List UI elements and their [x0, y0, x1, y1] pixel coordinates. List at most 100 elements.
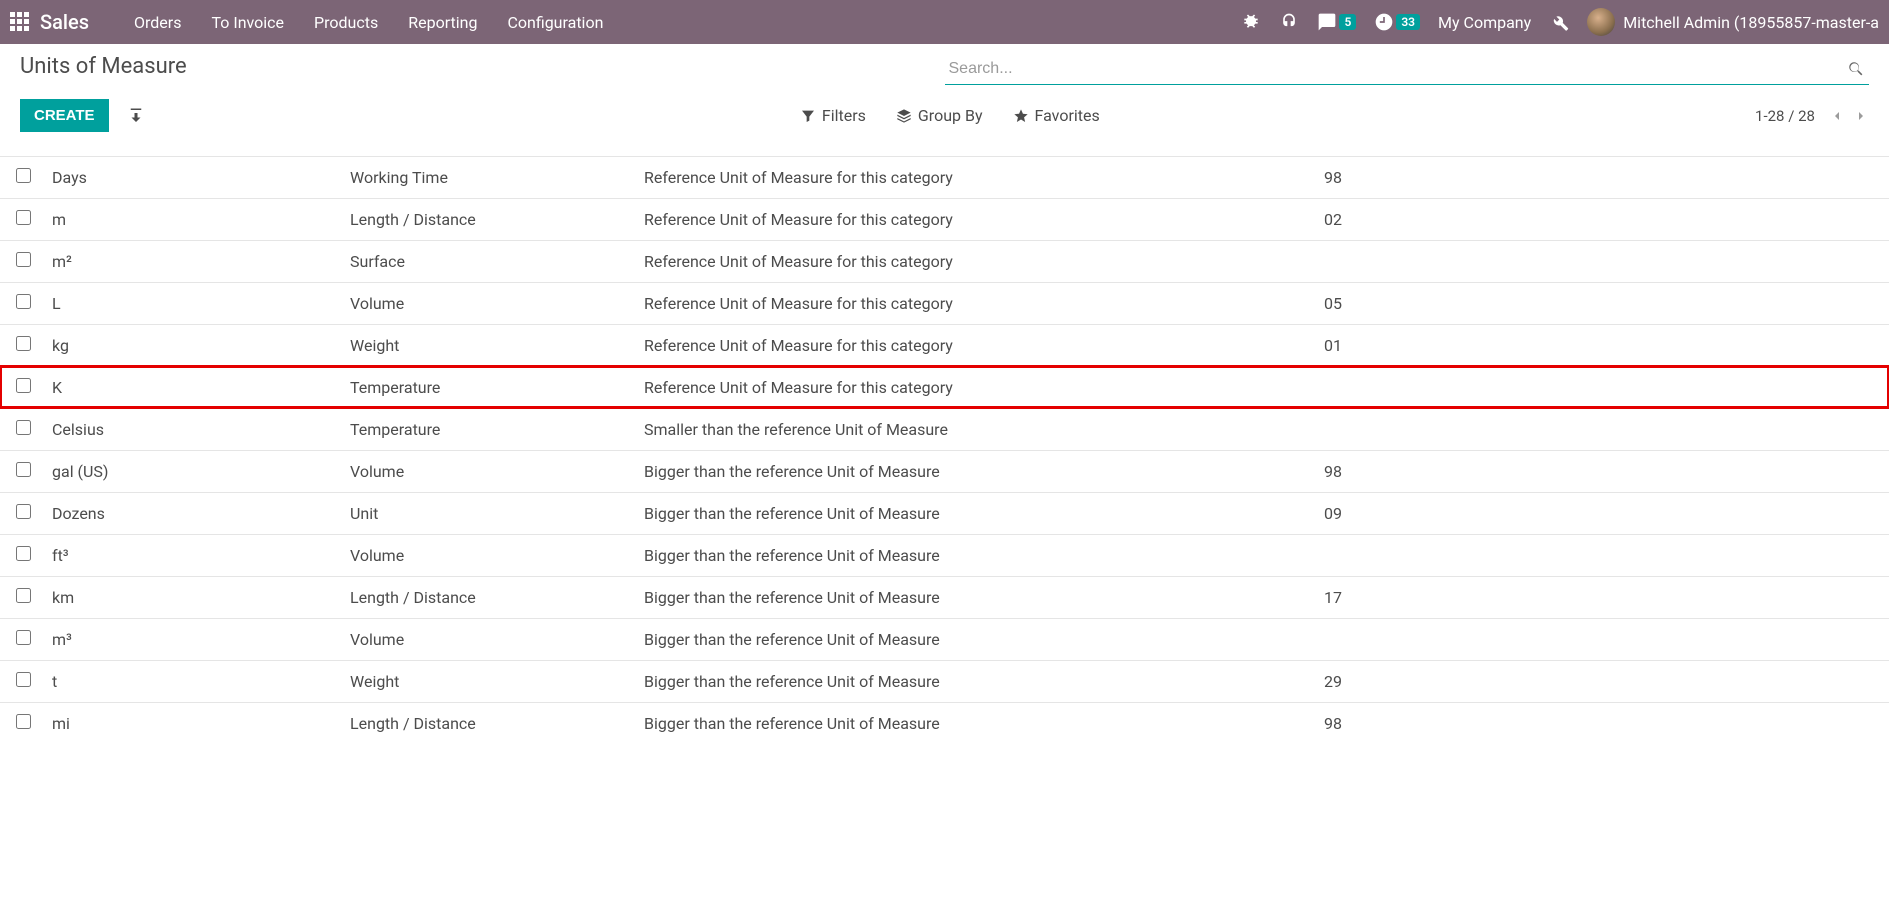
uom-cell: m [46, 198, 342, 240]
table-row[interactable]: LVolumeReference Unit of Measure for thi… [0, 282, 1889, 324]
category-cell: Surface [342, 240, 636, 282]
table-row[interactable]: ft³VolumeBigger than the reference Unit … [0, 534, 1889, 576]
uom-cell: ft³ [46, 534, 342, 576]
clock-icon [1374, 12, 1394, 32]
nav-to-invoice[interactable]: To Invoice [196, 13, 299, 32]
search-input[interactable] [945, 54, 1870, 85]
uom-cell: K [46, 366, 342, 408]
pager-next-icon[interactable] [1853, 108, 1869, 124]
table-row[interactable]: DozensUnitBigger than the reference Unit… [0, 492, 1889, 534]
ratio-cell: 09 [1316, 492, 1889, 534]
user-name: Mitchell Admin (18955857-master-a [1623, 13, 1879, 32]
app-name[interactable]: Sales [40, 10, 89, 34]
uom-cell: Days [46, 156, 342, 198]
type-cell: Reference Unit of Measure for this categ… [636, 156, 1316, 198]
uom-cell: gal (US) [46, 450, 342, 492]
nav-reporting[interactable]: Reporting [393, 13, 492, 32]
debug-icon[interactable] [1241, 12, 1261, 32]
row-checkbox-cell [0, 408, 46, 450]
table-row[interactable]: KTemperatureReference Unit of Measure fo… [0, 366, 1889, 408]
favorites-button[interactable]: Favorites [1013, 106, 1100, 125]
nav-products[interactable]: Products [299, 13, 393, 32]
company-selector[interactable]: My Company [1438, 13, 1531, 32]
ratio-cell: 29 [1316, 660, 1889, 702]
table-row[interactable]: m³VolumeBigger than the reference Unit o… [0, 618, 1889, 660]
ratio-cell [1316, 366, 1889, 408]
row-checkbox[interactable] [16, 630, 31, 645]
row-checkbox[interactable] [16, 168, 31, 183]
control-panel: Units of Measure CREATE Filters Group By… [0, 44, 1889, 142]
table-row[interactable]: m²SurfaceReference Unit of Measure for t… [0, 240, 1889, 282]
pager-text[interactable]: 1-28 / 28 [1755, 107, 1815, 125]
category-cell: Length / Distance [342, 576, 636, 618]
ratio-cell: 98 [1316, 156, 1889, 198]
tools-icon[interactable] [1549, 12, 1569, 32]
nav-orders[interactable]: Orders [119, 13, 196, 32]
cp-left: CREATE [20, 99, 145, 132]
activities-button[interactable]: 33 [1374, 12, 1420, 32]
funnel-icon [800, 108, 816, 124]
uom-cell: kg [46, 324, 342, 366]
type-cell: Reference Unit of Measure for this categ… [636, 240, 1316, 282]
uom-cell: t [46, 660, 342, 702]
row-checkbox[interactable] [16, 714, 31, 729]
ratio-cell: 17 [1316, 576, 1889, 618]
apps-icon[interactable] [10, 12, 30, 32]
pager-prev-icon[interactable] [1829, 108, 1845, 124]
row-checkbox[interactable] [16, 504, 31, 519]
navbar-right: 5 33 My Company Mitchell Admin (18955857… [1241, 8, 1879, 36]
row-checkbox[interactable] [16, 252, 31, 267]
support-icon[interactable] [1279, 12, 1299, 32]
filters-button[interactable]: Filters [800, 106, 866, 125]
type-cell: Bigger than the reference Unit of Measur… [636, 576, 1316, 618]
nav-configuration[interactable]: Configuration [492, 13, 618, 32]
row-checkbox[interactable] [16, 336, 31, 351]
table-row[interactable]: kmLength / DistanceBigger than the refer… [0, 576, 1889, 618]
import-icon[interactable] [127, 107, 145, 125]
search-wrap [945, 54, 1870, 85]
cp-right: 1-28 / 28 [1755, 107, 1869, 125]
type-cell: Reference Unit of Measure for this categ… [636, 198, 1316, 240]
row-checkbox[interactable] [16, 546, 31, 561]
uom-table-wrap: DaysWorking TimeReference Unit of Measur… [0, 142, 1889, 744]
favorites-label: Favorites [1035, 106, 1100, 125]
row-checkbox[interactable] [16, 462, 31, 477]
row-checkbox-cell [0, 198, 46, 240]
table-row[interactable]: DaysWorking TimeReference Unit of Measur… [0, 156, 1889, 198]
star-icon [1013, 108, 1029, 124]
row-checkbox[interactable] [16, 378, 31, 393]
row-checkbox-cell [0, 576, 46, 618]
uom-cell: km [46, 576, 342, 618]
messages-button[interactable]: 5 [1317, 12, 1356, 32]
user-menu[interactable]: Mitchell Admin (18955857-master-a [1587, 8, 1879, 36]
groupby-button[interactable]: Group By [896, 106, 983, 125]
table-row[interactable]: CelsiusTemperatureSmaller than the refer… [0, 408, 1889, 450]
row-checkbox-cell [0, 282, 46, 324]
search-icon[interactable] [1847, 60, 1865, 78]
category-cell: Unit [342, 492, 636, 534]
ratio-cell [1316, 240, 1889, 282]
row-checkbox[interactable] [16, 588, 31, 603]
avatar [1587, 8, 1615, 36]
category-cell: Temperature [342, 366, 636, 408]
row-checkbox[interactable] [16, 420, 31, 435]
table-row[interactable]: miLength / DistanceBigger than the refer… [0, 702, 1889, 744]
table-row[interactable]: mLength / DistanceReference Unit of Meas… [0, 198, 1889, 240]
category-cell: Weight [342, 324, 636, 366]
row-checkbox-cell [0, 660, 46, 702]
table-row[interactable]: gal (US)VolumeBigger than the reference … [0, 450, 1889, 492]
type-cell: Bigger than the reference Unit of Measur… [636, 660, 1316, 702]
row-checkbox[interactable] [16, 210, 31, 225]
type-cell: Bigger than the reference Unit of Measur… [636, 534, 1316, 576]
category-cell: Volume [342, 618, 636, 660]
row-checkbox[interactable] [16, 294, 31, 309]
create-button[interactable]: CREATE [20, 99, 109, 132]
uom-cell: m³ [46, 618, 342, 660]
table-row[interactable]: tWeightBigger than the reference Unit of… [0, 660, 1889, 702]
type-cell: Smaller than the reference Unit of Measu… [636, 408, 1316, 450]
category-cell: Volume [342, 450, 636, 492]
row-checkbox-cell [0, 534, 46, 576]
row-checkbox[interactable] [16, 672, 31, 687]
ratio-cell: 98 [1316, 702, 1889, 744]
table-row[interactable]: kgWeightReference Unit of Measure for th… [0, 324, 1889, 366]
